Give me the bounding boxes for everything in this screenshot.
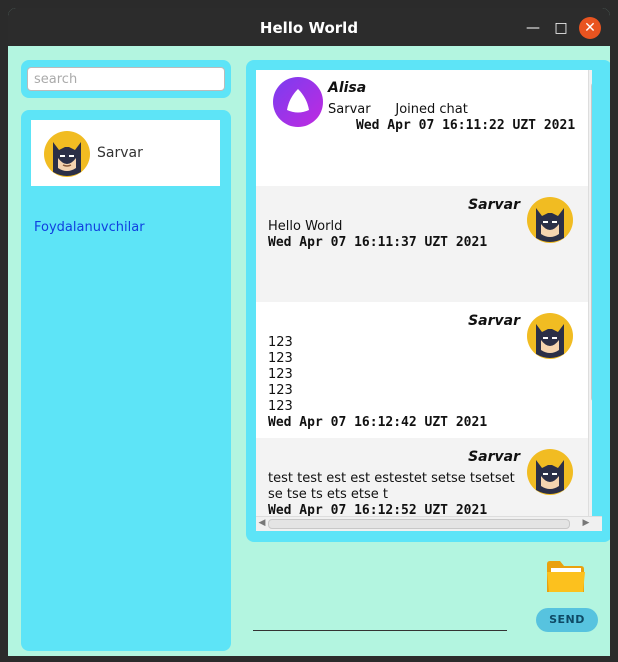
message-sender: Sarvar [468, 313, 520, 329]
message-sender: Sarvar [468, 197, 520, 213]
message-date: Wed Apr 07 16:11:37 UZT 2021 [268, 235, 488, 250]
message-text: Hello World [268, 219, 343, 234]
search-input[interactable] [27, 67, 225, 91]
minimize-button[interactable]: — [523, 18, 543, 38]
message-text: Sarvar Joined chat [328, 102, 468, 117]
search-panel [21, 60, 231, 98]
scroll-down-icon[interactable]: ▼ [590, 502, 592, 514]
message-item: Sarvar 123 123 123 123 123 Wed Apr 07 16… [256, 302, 588, 436]
horizontal-scrollbar[interactable]: ◀ ▶ [256, 516, 602, 531]
window-title: Hello World [259, 19, 359, 37]
message-item: Sarvar test test est est estestet setse … [256, 438, 588, 516]
message-input[interactable] [253, 630, 507, 631]
users-panel: Sarvar Foydalanuvchilar [21, 110, 231, 651]
batman-avatar-icon [44, 131, 90, 177]
maximize-button[interactable]: □ [551, 18, 571, 38]
vertical-scrollbar[interactable]: ▼ [588, 70, 592, 516]
message-date: Wed Apr 07 16:11:22 UZT 2021 [356, 118, 576, 133]
alisa-logo-icon [273, 77, 323, 127]
message-date: Wed Apr 07 16:12:42 UZT 2021 [268, 415, 488, 430]
scroll-right-icon[interactable]: ▶ [580, 517, 592, 529]
user-name: Sarvar [97, 145, 143, 161]
message-text: 123 [268, 399, 293, 414]
batman-avatar-icon [527, 313, 573, 359]
chat-panel: Alisa Sarvar Joined chat Wed Apr 07 16:1… [246, 60, 610, 542]
message-text: 123 [268, 351, 293, 366]
message-date: Wed Apr 07 16:12:52 UZT 2021 [268, 503, 488, 516]
folder-icon[interactable] [545, 558, 587, 596]
user-list-item[interactable]: Sarvar [31, 120, 220, 186]
message-item: Alisa Sarvar Joined chat Wed Apr 07 16:1… [256, 70, 588, 184]
batman-avatar-icon [527, 197, 573, 243]
horizontal-scroll-thumb[interactable] [268, 519, 570, 529]
message-sender: Alisa [328, 80, 367, 96]
close-button[interactable]: ✕ [579, 17, 601, 39]
message-text: 123 [268, 383, 293, 398]
message-text: test test est est estestet setse tsetset [268, 471, 515, 486]
title-bar[interactable]: Hello World — □ ✕ [8, 8, 610, 46]
message-text: 123 [268, 335, 293, 350]
vertical-scroll-thumb[interactable] [591, 82, 592, 402]
message-text: se tse ts ets etse t [268, 487, 389, 502]
app-window: Hello World — □ ✕ Sarvar Foydalanuvchila… [8, 8, 610, 656]
batman-avatar-icon [527, 449, 573, 495]
scroll-left-icon[interactable]: ◀ [256, 517, 268, 529]
chat-messages[interactable]: Alisa Sarvar Joined chat Wed Apr 07 16:1… [256, 70, 592, 516]
message-text: 123 [268, 367, 293, 382]
send-button[interactable]: SEND [536, 608, 598, 632]
message-sender: Sarvar [468, 449, 520, 465]
message-item: Sarvar Hello World Wed Apr 07 16:11:37 U… [256, 186, 588, 302]
users-link[interactable]: Foydalanuvchilar [34, 220, 145, 235]
